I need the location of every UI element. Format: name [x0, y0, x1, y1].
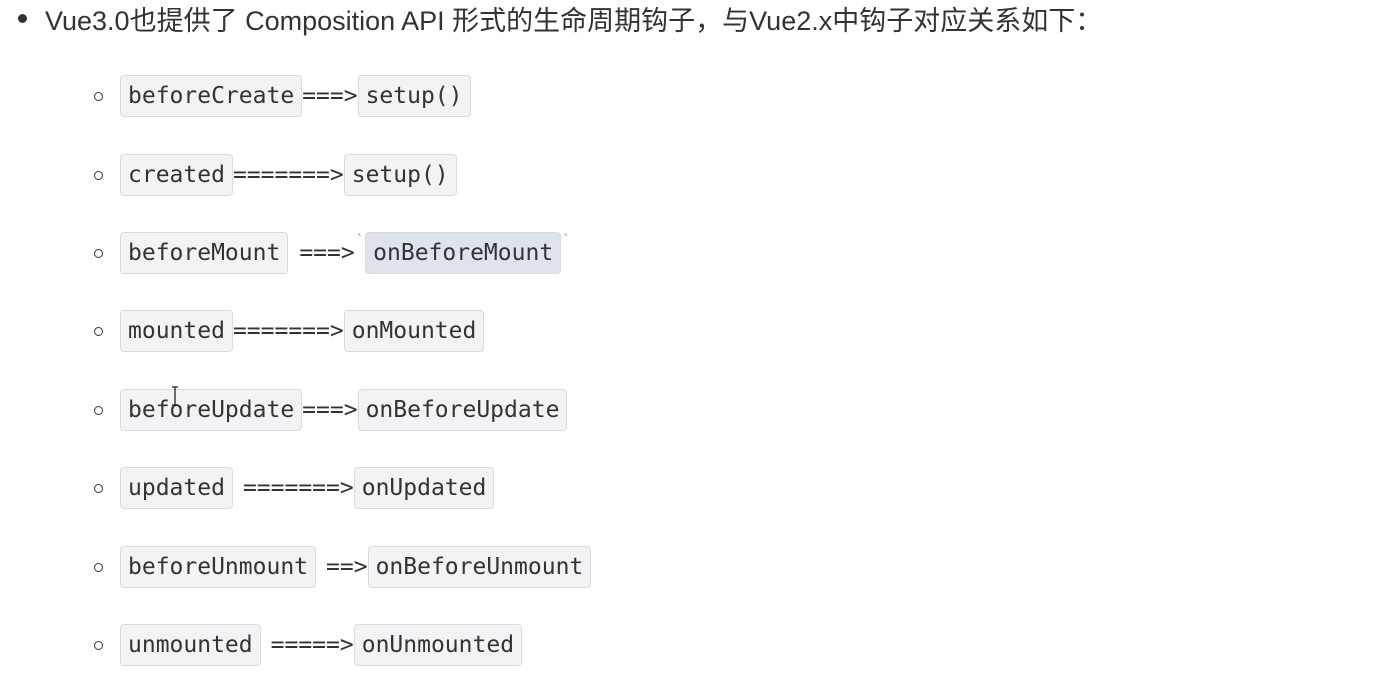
mapping-arrow: ===>	[302, 397, 358, 423]
vue2-hook: beforeUpdate	[120, 389, 303, 431]
circle-bullet-icon	[94, 483, 103, 493]
mapping-arrow: =====>	[270, 632, 354, 658]
vue2-hook: unmounted	[120, 624, 261, 666]
circle-bullet-icon	[94, 326, 103, 336]
list-item: beforeMount ===> ` onBeforeMount `	[0, 231, 572, 275]
list-item: unmounted =====> onUnmounted	[0, 623, 523, 667]
vue3-hook: onUnmounted	[353, 624, 523, 666]
vue3-hook: onBeforeUpdate	[357, 389, 568, 431]
list-item: created =======> setup()	[0, 153, 457, 197]
vue3-hook-selected[interactable]: onBeforeMount	[365, 232, 562, 274]
list-item: beforeCreate ===> setup()	[0, 74, 471, 118]
vue2-hook: beforeMount	[120, 232, 289, 274]
circle-bullet-icon	[94, 562, 103, 572]
vue2-hook: created	[120, 154, 233, 196]
list-item: updated =======> onUpdated	[0, 466, 495, 510]
circle-bullet-icon	[94, 91, 103, 101]
vue2-hook: beforeUnmount	[120, 546, 317, 588]
vue2-hook: mounted	[120, 310, 233, 352]
backtick-mark: `	[355, 233, 365, 249]
mapping-arrow: ===>	[302, 83, 358, 109]
hook-mapping-list: beforeCreate ===> setup() created ======…	[0, 0, 1376, 677]
circle-bullet-icon	[94, 170, 103, 180]
circle-bullet-icon	[94, 248, 103, 258]
mapping-arrow: =======>	[232, 318, 344, 344]
backtick-mark: `	[562, 233, 571, 249]
list-item: mounted =======> onMounted	[0, 309, 485, 353]
vue3-hook: onMounted	[343, 310, 485, 352]
circle-bullet-icon	[94, 640, 103, 650]
list-item: beforeUpdate ===> onBeforeUpdate	[0, 388, 568, 432]
vue2-hook: updated	[120, 467, 233, 509]
vue3-hook: setup()	[343, 154, 457, 196]
vue3-hook: onUpdated	[353, 467, 495, 509]
text-cursor-icon	[172, 386, 178, 406]
mapping-arrow: ==>	[326, 554, 368, 580]
vue3-hook: onBeforeUnmount	[367, 546, 592, 588]
mapping-arrow: =======>	[242, 475, 354, 501]
list-item: beforeUnmount ==> onBeforeUnmount	[0, 545, 592, 589]
vue3-hook: setup()	[357, 75, 471, 117]
circle-bullet-icon	[94, 405, 103, 415]
mapping-arrow: =======>	[232, 162, 344, 188]
mapping-arrow: ===>	[299, 240, 355, 266]
vue2-hook: beforeCreate	[120, 75, 303, 117]
